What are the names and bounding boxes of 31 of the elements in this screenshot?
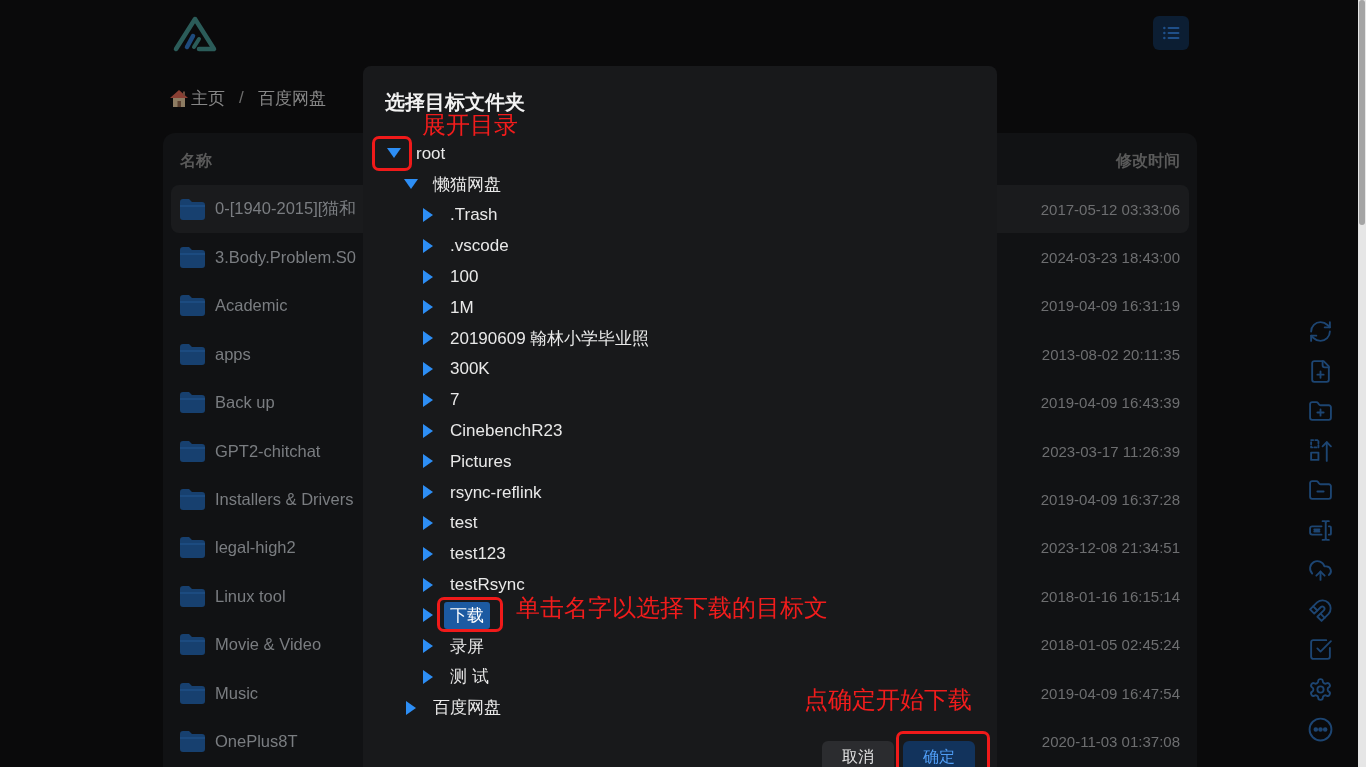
file-name: GPT2-chitchat (215, 441, 321, 461)
file-name: legal-high2 (215, 538, 296, 558)
file-name: Back up (215, 393, 275, 413)
file-name: apps (215, 344, 251, 364)
file-name: Linux tool (215, 586, 286, 606)
modified-time: 2019-04-09 16:37:28 (1040, 491, 1180, 509)
column-header: 修改时间 (1116, 150, 1180, 171)
modified-time: 2018-01-16 16:15:14 (1040, 587, 1180, 605)
file-name: Music (215, 683, 259, 703)
modified-time: 2019-04-09 16:31:19 (1040, 297, 1180, 315)
file-name: 3.Body.Problem.S0 (215, 248, 356, 268)
column-header: 名称 (180, 150, 212, 171)
file-name: Academic (215, 296, 288, 316)
modified-time: 2013-08-02 20:11:35 (1041, 345, 1180, 363)
file-name: 0-[1940-2015][猫和 (215, 198, 357, 220)
modified-time: 2017-05-12 03:33:06 (1040, 200, 1180, 218)
modified-time: 2024-03-23 18:43:00 (1040, 249, 1180, 267)
file-name: OnePlus8T (215, 732, 298, 751)
modified-time: 2023-12-08 21:34:51 (1040, 539, 1180, 557)
dialog-title: 选择目标文件夹 (385, 90, 525, 114)
modified-time: 2019-04-09 16:43:39 (1040, 394, 1180, 412)
annotation-text: 展开目录 (422, 112, 518, 139)
breadcrumb-separator: / (239, 88, 244, 108)
modified-time: 2019-04-09 16:47:54 (1040, 684, 1180, 702)
annotation-text: 点确定开始下载 (804, 686, 972, 714)
modified-time: 2018-01-05 02:45:24 (1040, 636, 1180, 654)
file-name: Installers & Drivers (215, 490, 354, 510)
modified-time: 2023-03-17 11:26:39 (1041, 442, 1180, 460)
file-name: Movie & Video (215, 635, 322, 655)
annotation-text: 单击名字以选择下载的目标文 (516, 594, 828, 622)
modified-time: 2020-11-03 01:37:08 (1041, 733, 1180, 750)
